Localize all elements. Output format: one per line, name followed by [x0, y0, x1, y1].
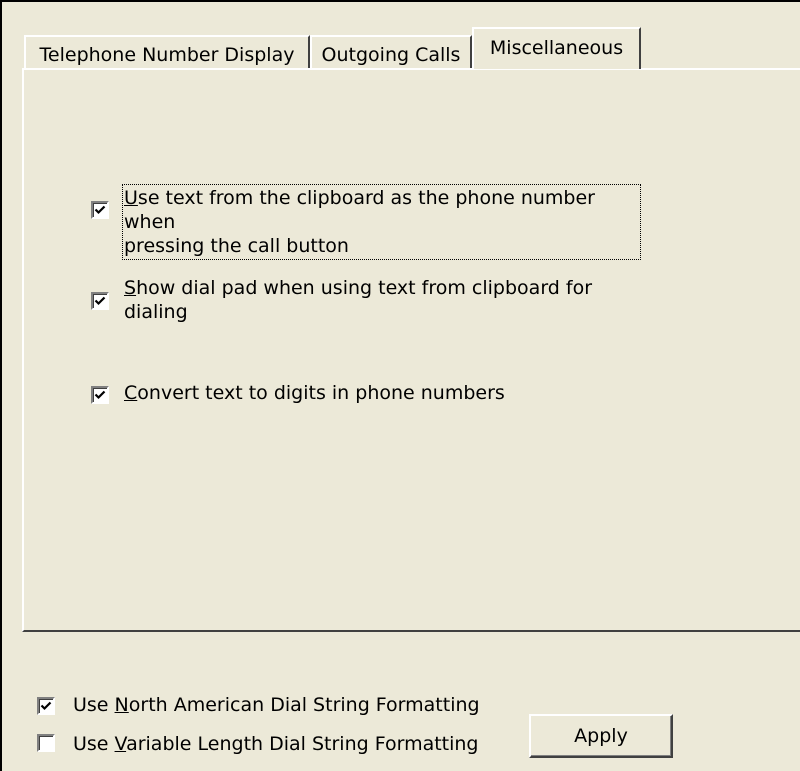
tab-miscellaneous[interactable]: Miscellaneous: [472, 27, 641, 69]
tab-page-miscellaneous: [22, 68, 800, 632]
label-line-2: dialing: [124, 301, 188, 323]
window-left-edge: [0, 0, 2, 771]
label-line-1: se text from the clipboard as the phone …: [124, 187, 595, 233]
label-rest: ariable Length Dial String Formatting: [126, 733, 479, 755]
tab-telephone-number-display[interactable]: Telephone Number Display: [24, 35, 310, 70]
label-line-1: how dial pad when using text from clipbo…: [136, 277, 593, 299]
convert-text-label[interactable]: Convert text to digits in phone numbers: [124, 381, 639, 405]
show-dial-pad-checkbox[interactable]: [91, 292, 109, 310]
tab-label: Miscellaneous: [489, 37, 624, 59]
variable-length-format-label[interactable]: Use Variable Length Dial String Formatti…: [73, 732, 479, 756]
checkmark-icon: [94, 390, 106, 400]
checkmark-icon: [94, 296, 106, 306]
checkmark-icon: [40, 701, 52, 711]
accelerator-key: N: [114, 694, 129, 716]
accelerator-key: V: [114, 733, 127, 755]
clipboard-call-checkbox[interactable]: [91, 201, 109, 219]
label-prefix: Use: [73, 694, 115, 716]
show-dial-pad-label[interactable]: Show dial pad when using text from clipb…: [124, 276, 639, 324]
checkmark-icon: [94, 205, 106, 215]
north-american-format-checkbox[interactable]: [37, 697, 55, 715]
clipboard-call-label[interactable]: Use text from the clipboard as the phone…: [122, 184, 641, 260]
north-american-format-label[interactable]: Use North American Dial String Formattin…: [73, 693, 480, 717]
tab-label: Outgoing Calls: [321, 44, 461, 66]
variable-length-format-checkbox[interactable]: [37, 734, 55, 752]
accelerator-key: C: [124, 382, 138, 404]
label-prefix: Use: [73, 733, 115, 755]
accelerator-key: U: [124, 187, 138, 209]
label-line-1: onvert text to digits in phone numbers: [137, 382, 505, 404]
apply-button[interactable]: Apply: [529, 714, 673, 758]
tab-label: Telephone Number Display: [39, 44, 295, 66]
accelerator-key: S: [124, 277, 137, 299]
label-line-2: pressing the call button: [124, 235, 349, 257]
convert-text-checkbox[interactable]: [91, 386, 109, 404]
label-rest: orth American Dial String Formatting: [128, 694, 480, 716]
tab-outgoing-calls[interactable]: Outgoing Calls: [310, 35, 472, 70]
window-top-edge: [0, 0, 800, 2]
